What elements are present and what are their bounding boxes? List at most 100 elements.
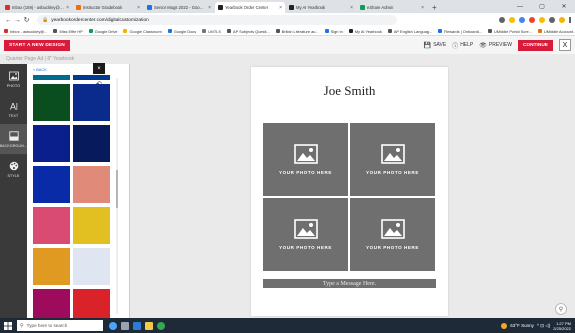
photo-placeholder[interactable]: YOUR PHOTO HERE [263,123,348,196]
bookmark-item[interactable]: Google Docs [167,28,197,34]
rail-item-label: STYLE [7,173,20,178]
color-swatch[interactable] [33,84,70,121]
profile-avatar[interactable] [559,17,565,23]
url-field[interactable]: 🔒 yearbookordercenter.com/digitalcustomi… [37,15,397,25]
tab-close-icon[interactable]: × [421,5,424,11]
color-swatch[interactable] [33,289,70,318]
bookmark-item[interactable]: AP English Languag... [387,29,432,34]
star-icon[interactable] [509,17,515,23]
task-view-icon[interactable] [121,321,129,330]
tab-close-icon[interactable]: × [208,5,211,11]
panel-close-button[interactable]: × [93,63,105,74]
save-button[interactable]: 💾 SAVE [424,42,446,49]
tab-close-icon[interactable]: × [66,5,69,11]
photo-placeholder[interactable]: YOUR PHOTO HERE [263,198,348,271]
rail-item-background[interactable]: BACKGROUN... [0,124,27,154]
browser-tab[interactable]: My AI Yearbook × [286,2,356,13]
new-tab-button[interactable]: + [428,2,441,13]
tab-favicon-icon [289,5,294,10]
bookmark-favicon-icon [438,29,443,33]
color-swatch[interactable] [73,248,110,285]
color-swatch[interactable] [73,166,110,203]
close-window-icon[interactable]: ✕ [553,0,575,13]
chrome-icon[interactable] [157,321,165,330]
ad-page[interactable]: Joe Smith YOUR PHOTO HERE YOUR PHOTO HERE… [251,67,448,316]
tab-close-icon[interactable]: × [350,5,353,11]
color-swatch[interactable] [73,207,110,244]
menu-dots-icon[interactable] [569,17,571,23]
bookmark-item[interactable]: Rewards | Onboardi... [438,29,482,34]
bookmark-item[interactable]: Google Drive [88,29,117,34]
forward-arrow-icon[interactable]: → [13,17,22,24]
back-link[interactable]: < BACK [33,68,47,72]
continue-button[interactable]: CONTINUE [517,39,553,51]
bookmark-item[interactable]: British Literature au... [275,29,319,34]
browser-tab[interactable]: Instructor Gradebook × [73,2,143,13]
tray-icons[interactable]: ^ ⊡ ◁) [537,323,550,329]
extension-icon[interactable] [539,17,545,23]
color-swatch[interactable] [73,84,110,121]
app-top-bar: START A NEW DESIGN 💾 SAVE ⓘ HELP 👁 PREVI… [0,36,575,54]
start-new-design-button[interactable]: START A NEW DESIGN [4,39,70,51]
color-swatch[interactable] [33,248,70,285]
bookmark-item[interactable]: Sign In [324,29,343,34]
bookmark-label: My AI Yearbook [354,28,382,34]
edge-icon[interactable] [133,321,141,330]
rail-item-palette[interactable]: STYLE [0,154,27,184]
message-text[interactable]: Type a Message Here. [263,279,436,288]
tab-close-icon[interactable]: × [279,5,282,11]
rail-item-label: BACKGROUN... [0,143,28,148]
color-swatch[interactable] [73,125,110,162]
windows-start-icon[interactable] [0,318,16,333]
color-swatch[interactable] [33,207,70,244]
share-icon[interactable] [499,17,505,23]
close-editor-button[interactable]: X [559,39,571,51]
clock[interactable]: 1:27 PM 2/25/2022 [553,321,571,331]
bookmark-item[interactable]: UMiddle Portal Scre... [488,29,532,34]
undo-icon[interactable]: ↶ [96,80,102,88]
save-label: SAVE [433,42,447,48]
bookmark-item[interactable]: Inbox - asbuckley@... [4,29,47,34]
bookmark-item[interactable]: Miss Effie HP [53,29,83,34]
bookmark-item[interactable]: AP Subjects Questi... [226,28,270,34]
bookmark-item[interactable]: UMiddle Account... [537,28,575,34]
bookmark-label: UMiddle Account... [543,28,575,34]
minimize-icon[interactable]: — [509,0,531,13]
puzzle-icon[interactable] [549,17,555,23]
bookmark-item[interactable]: My AI Yearbook [348,28,382,34]
maximize-icon[interactable]: ▢ [531,0,553,13]
photo-placeholder[interactable]: YOUR PHOTO HERE [350,123,435,196]
scroll-thumb[interactable] [116,170,118,208]
reload-icon[interactable]: ↻ [22,16,31,24]
cortana-icon[interactable] [109,321,117,330]
help-button[interactable]: ⓘ HELP [452,41,473,50]
color-swatch[interactable] [33,75,70,80]
extension-icon[interactable] [519,17,525,23]
browser-tab[interactable]: Senior Mugs 2022 - Google Docs× [144,2,214,13]
text-icon: A [9,101,19,114]
weather-text[interactable]: 63°F Sunny [510,323,534,328]
browser-tab[interactable]: eShare Admin × [357,2,427,13]
taskbar-search[interactable]: ⚲ Type here to search [17,320,103,331]
color-swatch[interactable] [33,125,70,162]
browser-tab[interactable]: Inbox (159) - asbuckley@nbctnn× [2,2,72,13]
photo-placeholder[interactable]: YOUR PHOTO HERE [350,198,435,271]
rail-item-text[interactable]: A TEXT [0,94,27,124]
bookmark-item[interactable]: Google Classroom [123,29,162,34]
preview-button[interactable]: 👁 PREVIEW [479,42,512,49]
zoom-icon[interactable]: ⚲ [555,303,567,315]
rail-item-image[interactable]: PHOTO [0,64,27,94]
bookmark-label: Google Docs [173,28,197,34]
tab-close-icon[interactable]: × [137,5,140,11]
color-swatch[interactable] [73,289,110,318]
rail-item-label: PHOTO [6,83,21,88]
panel-scrollbar[interactable] [116,78,118,314]
bookmark-item[interactable]: UNTLS [202,29,221,34]
color-swatch[interactable] [33,166,70,203]
extension-icon[interactable] [529,17,535,23]
back-arrow-icon[interactable]: ← [4,17,13,24]
bookmark-label: AP Subjects Questi... [232,28,270,34]
file-explorer-icon[interactable] [145,321,153,330]
browser-tab[interactable]: Yearbook Order Center × [215,2,285,13]
name-text[interactable]: Joe Smith [251,83,448,99]
